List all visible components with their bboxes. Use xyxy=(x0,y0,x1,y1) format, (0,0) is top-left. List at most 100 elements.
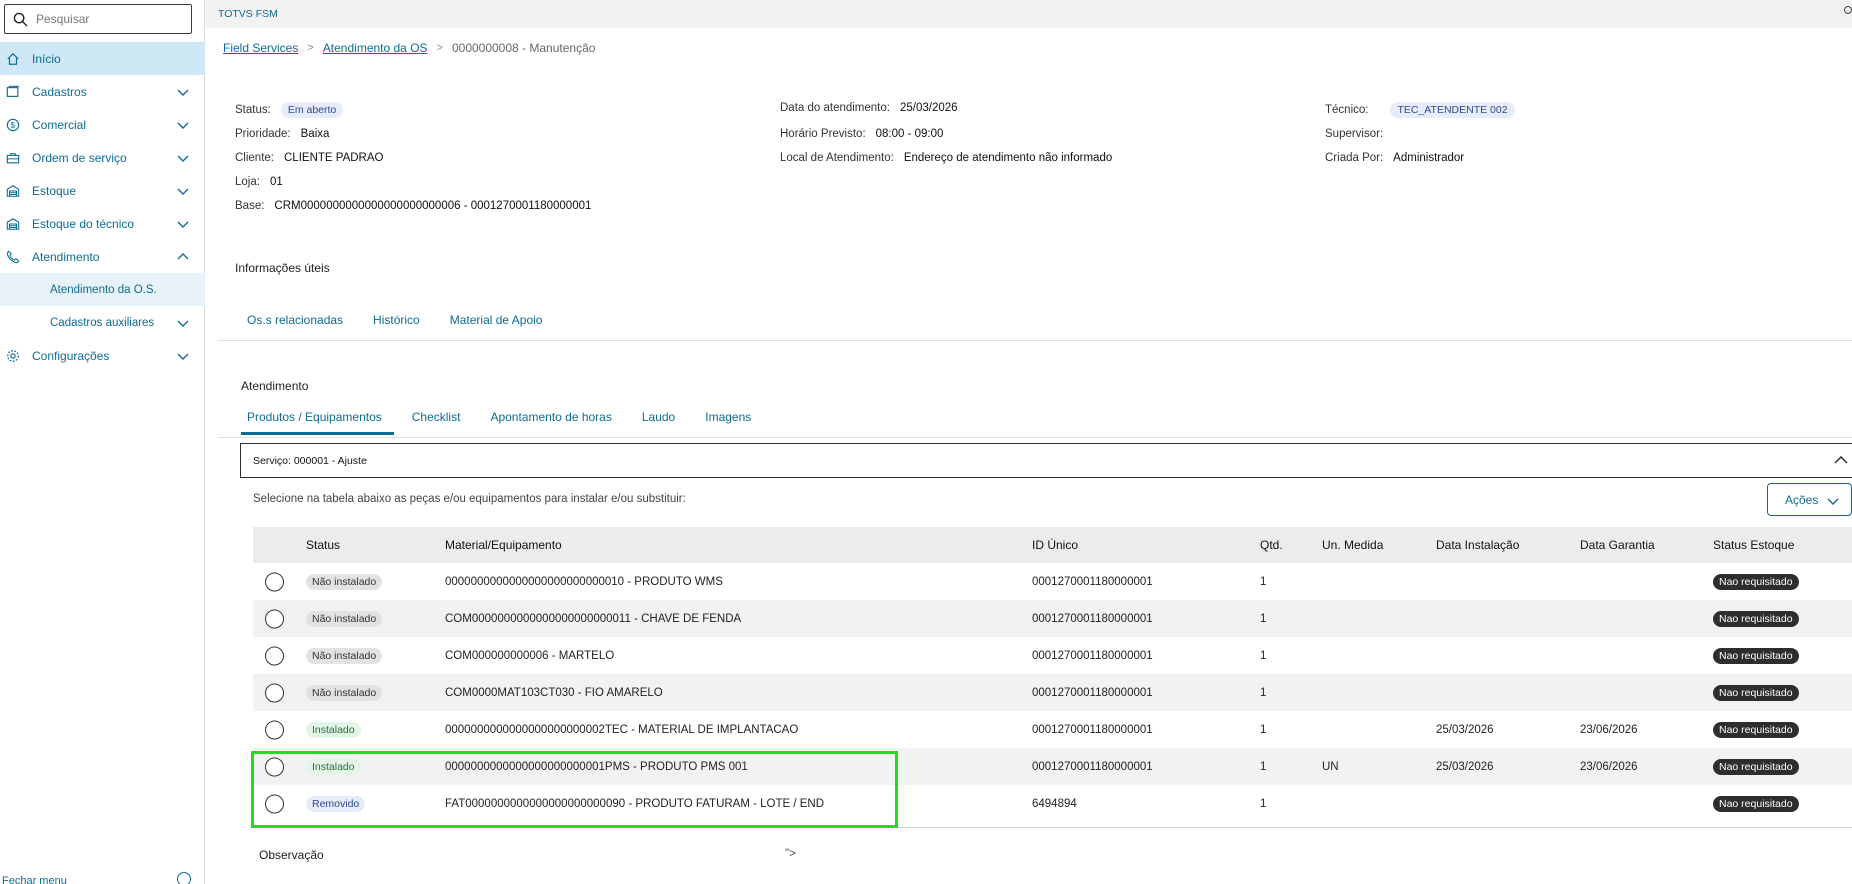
info-prioridade: Prioridade: Baixa xyxy=(235,128,329,140)
col-material[interactable]: Material/Equipamento xyxy=(445,538,562,552)
observacao-value: "> xyxy=(785,848,796,860)
close-menu-button[interactable]: Fechar menu xyxy=(0,870,205,884)
breadcrumb: Field Services > Atendimento da OS > 000… xyxy=(223,41,595,55)
col-data-garantia[interactable]: Data Garantia xyxy=(1580,538,1655,552)
row-radio[interactable] xyxy=(265,683,284,702)
cliente-label: Cliente: xyxy=(235,152,274,164)
sidebar-subitem-cadastros-auxiliares[interactable]: Cadastros auxiliares xyxy=(0,306,205,339)
info-loja: Loja: 01 xyxy=(235,176,283,188)
data-label: Data do atendimento: xyxy=(780,102,890,114)
info-supervisor: Supervisor: xyxy=(1325,128,1393,140)
tab-imagens[interactable]: Imagens xyxy=(705,410,751,424)
sidebar-subitem-atendimento-da-os[interactable]: Atendimento da O.S. xyxy=(0,273,205,306)
col-un-medida[interactable]: Un. Medida xyxy=(1322,538,1383,552)
status-badge: Instalado xyxy=(306,758,361,775)
table-row[interactable]: Instalado 0000000000000000000000002TEC -… xyxy=(253,711,1852,748)
chevron-up-icon xyxy=(177,253,189,260)
status-badge: Não instalado xyxy=(306,610,383,627)
cell-id: 6494894 xyxy=(1032,797,1077,810)
svg-text:$: $ xyxy=(11,121,16,130)
sidebar-item-label: Estoque xyxy=(32,183,77,198)
observacao-label: Observação xyxy=(259,848,324,862)
search-input[interactable] xyxy=(36,12,186,26)
table-row[interactable]: Não instalado COM0000MAT103CT030 - FIO A… xyxy=(253,674,1852,711)
base-value: CRM0000000000000000000000006 - 000127000… xyxy=(274,200,592,212)
acoes-button[interactable]: Ações xyxy=(1767,483,1852,516)
chevron-up-icon[interactable] xyxy=(1834,453,1848,467)
chevron-down-icon xyxy=(1827,498,1839,505)
table-bottom-border xyxy=(253,827,1852,828)
gear-icon xyxy=(6,349,20,363)
sidebar-item-estoque[interactable]: Estoque xyxy=(0,174,205,207)
sidebar-item-atendimento[interactable]: Atendimento xyxy=(0,240,205,273)
sidebar-item-estoque-do-tecnico[interactable]: Estoque do técnico xyxy=(0,207,205,240)
tecnico-badge: TEC_ATENDENTE 002 xyxy=(1390,102,1515,118)
tab-produtos-equipamentos[interactable]: Produtos / Equipamentos xyxy=(241,410,394,435)
col-status-estoque[interactable]: Status Estoque xyxy=(1713,538,1794,552)
tab-apontamento-de-horas[interactable]: Apontamento de horas xyxy=(490,410,611,424)
cell-inst: 25/03/2026 xyxy=(1436,760,1494,773)
table-row[interactable]: Instalado 0000000000000000000000001PMS -… xyxy=(253,748,1852,785)
tab-historico[interactable]: Histórico xyxy=(373,313,420,327)
table-row[interactable]: Removido FAT0000000000000000000000090 - … xyxy=(253,785,1852,822)
cell-gar: 23/06/2026 xyxy=(1580,760,1638,773)
info-horario: Horário Previsto: 08:00 - 09:00 xyxy=(780,128,943,140)
app-header: TOTVS FSM xyxy=(206,0,1852,28)
row-radio[interactable] xyxy=(265,720,284,739)
cell-material: COM0000MAT103CT030 - FIO AMARELO xyxy=(445,686,663,699)
cell-qtd: 1 xyxy=(1260,686,1267,699)
sidebar-item-inicio[interactable]: Início xyxy=(0,42,205,75)
row-radio[interactable] xyxy=(265,646,284,665)
tab-material-de-apoio[interactable]: Material de Apoio xyxy=(450,313,543,327)
cell-inst: 25/03/2026 xyxy=(1436,723,1494,736)
col-id-unico[interactable]: ID Único xyxy=(1032,538,1078,552)
table-row[interactable]: Não instalado COM000000000006 - MARTELO … xyxy=(253,637,1852,674)
user-icon[interactable] xyxy=(1844,6,1852,14)
row-radio[interactable] xyxy=(265,572,284,591)
sidebar-item-cadastros[interactable]: Cadastros xyxy=(0,75,205,108)
sidebar-item-label: Ordem de serviço xyxy=(32,150,127,165)
loja-value: 01 xyxy=(269,176,283,188)
chevron-down-icon xyxy=(177,320,189,327)
chevron-down-icon xyxy=(177,221,189,228)
cell-material: COM000000000006 - MARTELO xyxy=(445,649,615,662)
row-radio[interactable] xyxy=(265,757,284,776)
tab-oss-relacionadas[interactable]: Os.s relacionadas xyxy=(247,313,343,327)
cell-material: FAT0000000000000000000000090 - PRODUTO F… xyxy=(445,797,825,810)
sidebar-item-configuracoes[interactable]: Configurações xyxy=(0,339,205,372)
prioridade-label: Prioridade: xyxy=(235,128,291,140)
stock-status-badge: Nao requisitado xyxy=(1713,795,1799,812)
local-value: Endereço de atendimento não informado xyxy=(903,152,1113,164)
sidebar-item-label: Configurações xyxy=(32,348,110,363)
col-qtd[interactable]: Qtd. xyxy=(1260,538,1283,552)
row-radio[interactable] xyxy=(265,609,284,628)
status-badge: Não instalado xyxy=(306,573,383,590)
info-criada-por: Criada Por: Administrador xyxy=(1325,152,1464,164)
table-row[interactable]: Não instalado 00000000000000000000000000… xyxy=(253,563,1852,600)
table-row[interactable]: Não instalado COM00000000000000000000000… xyxy=(253,600,1852,637)
cell-id: 0001270001180000001 xyxy=(1032,760,1153,773)
sidebar-item-comercial[interactable]: $ Comercial xyxy=(0,108,205,141)
cell-qtd: 1 xyxy=(1260,612,1267,625)
info-data-atendimento: Data do atendimento: 25/03/2026 xyxy=(780,102,958,114)
service-title: Serviço: 000001 - Ajuste xyxy=(253,454,367,467)
tab-laudo[interactable]: Laudo xyxy=(642,410,675,424)
tab-checklist[interactable]: Checklist xyxy=(412,410,461,424)
breadcrumb-atendimento-da-os[interactable]: Atendimento da OS xyxy=(323,41,428,55)
stock-status-badge: Nao requisitado xyxy=(1713,610,1799,627)
info-cliente: Cliente: CLIENTE PADRAO xyxy=(235,152,383,164)
col-data-instalacao[interactable]: Data Instalação xyxy=(1436,538,1519,552)
cliente-value: CLIENTE PADRAO xyxy=(284,152,384,164)
search-box[interactable] xyxy=(4,4,192,34)
sidebar-item-ordem-de-servico[interactable]: Ordem de serviço xyxy=(0,141,205,174)
row-radio[interactable] xyxy=(265,794,284,813)
breadcrumb-field-services[interactable]: Field Services xyxy=(223,41,298,55)
cell-qtd: 1 xyxy=(1260,575,1267,588)
chevron-down-icon xyxy=(177,122,189,129)
sidebar-item-label: Atendimento xyxy=(32,249,100,264)
col-status[interactable]: Status xyxy=(306,538,340,552)
collapse-icon xyxy=(177,872,191,884)
stock-status-badge: Nao requisitado xyxy=(1713,647,1799,664)
cell-un: UN xyxy=(1322,760,1339,773)
service-accordion[interactable]: Serviço: 000001 - Ajuste xyxy=(240,443,1852,478)
